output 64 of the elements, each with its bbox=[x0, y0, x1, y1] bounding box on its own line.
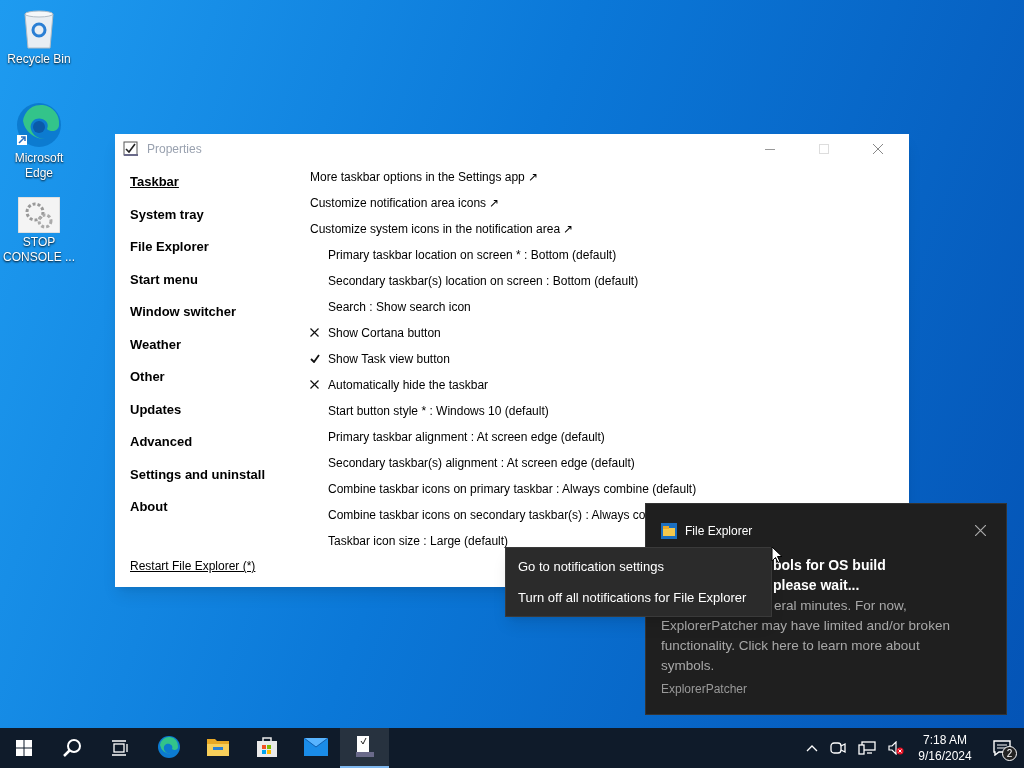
minimize-icon bbox=[765, 148, 775, 150]
setting-option[interactable]: Combine taskbar icons on secondary taskbar(s) : Always co bbox=[328, 505, 646, 524]
network-icon[interactable] bbox=[858, 741, 876, 755]
store-bag-icon bbox=[255, 736, 278, 758]
setting-option[interactable]: Combine taskbar icons on primary taskbar : Always combine (default) bbox=[328, 479, 697, 498]
meet-now-icon[interactable] bbox=[830, 741, 846, 755]
action-center-button[interactable]: 2 bbox=[980, 728, 1024, 768]
recycle-bin-icon bbox=[21, 8, 57, 50]
toast-body-line: functionality. Click here to learn more about bbox=[661, 637, 920, 655]
settings-link[interactable]: More taskbar options in the Settings app ↗ bbox=[310, 167, 539, 186]
mail-envelope-icon bbox=[303, 738, 328, 756]
toast-body-line: symbols. bbox=[661, 657, 715, 675]
sidebar-item[interactable]: File Explorer bbox=[130, 237, 209, 257]
toggle-option[interactable]: Automatically hide the taskbar bbox=[328, 375, 489, 394]
setting-option[interactable]: Primary taskbar location on screen * : Bottom (default) bbox=[328, 245, 617, 264]
folder-icon bbox=[205, 737, 230, 757]
sidebar-item[interactable]: Start menu bbox=[130, 269, 198, 289]
search-icon bbox=[62, 738, 82, 758]
close-button[interactable] bbox=[974, 524, 986, 536]
sidebar-item[interactable]: Taskbar bbox=[130, 172, 179, 192]
sidebar-item[interactable]: Weather bbox=[130, 334, 182, 354]
window-title: Properties bbox=[147, 141, 202, 158]
setting-option[interactable]: Taskbar icon size : Large (default) bbox=[328, 531, 509, 550]
toast-title-fragment: please wait... bbox=[773, 576, 860, 595]
windows-logo-icon bbox=[16, 740, 32, 756]
edge-logo-icon bbox=[15, 101, 63, 149]
toast-title-fragment: bols for OS build bbox=[773, 556, 886, 575]
maximize-icon bbox=[819, 144, 829, 154]
properties-app-icon bbox=[354, 735, 375, 759]
sidebar-item[interactable]: System tray bbox=[130, 204, 204, 224]
settings-link[interactable]: Customize system icons in the notification area ↗ bbox=[310, 219, 574, 238]
toggle-option[interactable]: Show Cortana button bbox=[328, 323, 441, 342]
taskbar-app-button[interactable] bbox=[340, 728, 389, 768]
clock-date[interactable]: 9/16/2024 bbox=[918, 748, 972, 764]
toast-source: ExplorerPatcher bbox=[661, 681, 748, 698]
task-view-icon bbox=[111, 740, 129, 756]
toast-body-line: eral minutes. For now, bbox=[774, 597, 907, 615]
restart-link[interactable]: Restart File Explorer (*) bbox=[130, 557, 295, 575]
notification-count-badge: 2 bbox=[1002, 746, 1017, 761]
sidebar-item[interactable]: About bbox=[130, 497, 168, 517]
sidebar-item[interactable]: Advanced bbox=[130, 432, 193, 452]
sidebar-item[interactable]: Updates bbox=[130, 399, 182, 419]
edge-logo-icon bbox=[156, 735, 181, 759]
settings-link[interactable]: Customize notification area icons ↗ bbox=[310, 193, 500, 212]
chevron-up-icon[interactable] bbox=[806, 744, 818, 752]
gears-icon bbox=[18, 197, 60, 233]
setting-option[interactable]: Secondary taskbar(s) location on screen : Bottom (default) bbox=[328, 271, 639, 290]
close-icon bbox=[873, 144, 883, 154]
setting-option[interactable]: Secondary taskbar(s) alignment : At screen edge (default) bbox=[328, 453, 635, 472]
close-icon bbox=[974, 524, 986, 536]
notification-icon bbox=[993, 740, 1011, 756]
sidebar-item[interactable]: Other bbox=[130, 367, 165, 387]
clock-time[interactable]: 7:18 AM bbox=[923, 732, 967, 748]
setting-option[interactable]: Start button style * : Windows 10 (default) bbox=[328, 401, 549, 420]
setting-option[interactable]: Primary taskbar alignment : At screen edge (default) bbox=[328, 427, 605, 446]
toast-app-name: File Explorer bbox=[685, 523, 753, 540]
checkbox-app-icon bbox=[123, 141, 139, 157]
folder-icon bbox=[661, 523, 677, 539]
sidebar-item[interactable]: Settings and uninstall bbox=[130, 464, 266, 484]
toast-body-line: ExplorerPatcher may have limited and/or broken bbox=[661, 617, 950, 635]
setting-option[interactable]: Search : Show search icon bbox=[328, 297, 471, 316]
sidebar-item[interactable]: Window switcher bbox=[130, 302, 237, 322]
toggle-option[interactable]: Show Task view button bbox=[328, 349, 450, 368]
speaker-muted-icon[interactable] bbox=[888, 741, 904, 755]
